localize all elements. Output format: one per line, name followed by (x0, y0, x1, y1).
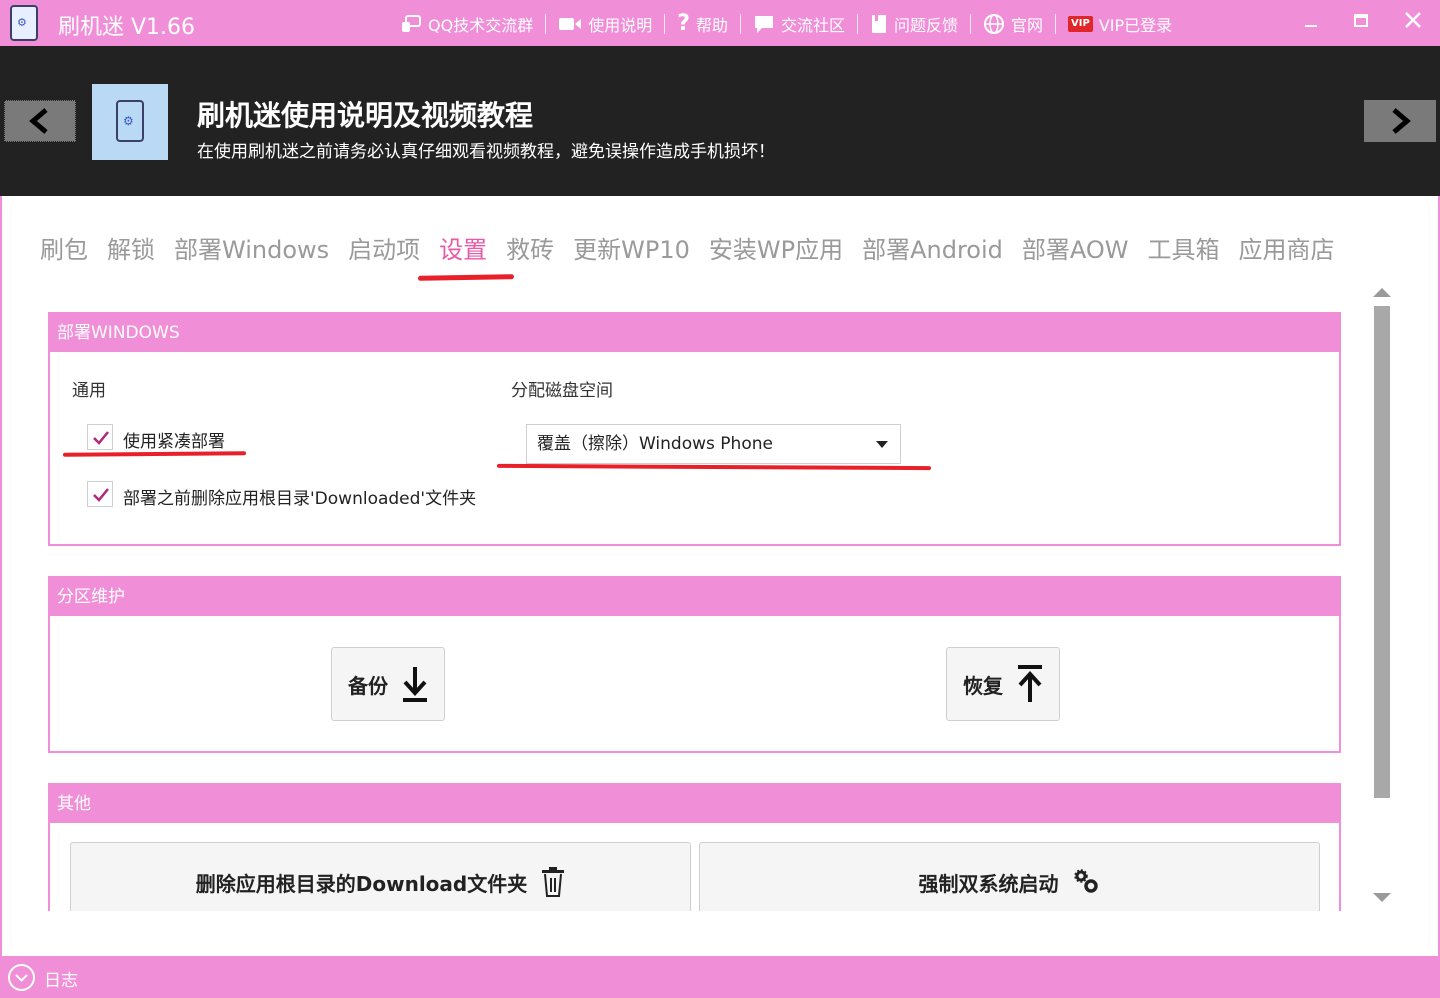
banner-subtitle: 在使用刷机迷之前请务必认真仔细观看视频教程，避免误操作造成手机损坏！ (197, 142, 775, 162)
maximize-icon (1354, 14, 1368, 27)
compact-deploy-label[interactable]: 使用紧凑部署 (123, 427, 225, 452)
toplink-label: 使用说明 (588, 15, 653, 35)
toplink-help[interactable]: ? 帮助 (665, 11, 740, 36)
section-header: 其他 (50, 785, 1339, 823)
toplink-label: VIP已登录 (1098, 15, 1173, 35)
trash-icon (542, 867, 565, 897)
tab-install-wp-apps[interactable]: 安装WP应用 (709, 230, 843, 265)
title-bar: ⚙ 刷机迷 V1.66 QQ技术交流群 使用说明 ? 帮助 交流社区 问题反馈 (0, 0, 1440, 46)
tab-deploy-aow[interactable]: 部署AOW (1022, 230, 1129, 265)
tab-update-wp10[interactable]: 更新WP10 (573, 230, 690, 265)
checkmark-icon (93, 488, 109, 502)
vip-badge-icon: VIP (1068, 15, 1093, 32)
chat-bubble-icon (755, 15, 773, 33)
restore-button[interactable]: 恢复 (946, 647, 1060, 721)
tab-app-store[interactable]: 应用商店 (1239, 230, 1335, 265)
checkmark-icon (93, 431, 109, 445)
close-button[interactable] (1398, 8, 1428, 38)
compact-deploy-checkbox[interactable] (87, 424, 113, 450)
close-icon (1405, 12, 1421, 28)
log-bar[interactable]: 日志 (0, 956, 1440, 998)
delete-download-folder-button[interactable]: 删除应用根目录的Download文件夹 (70, 842, 691, 911)
deploy-windows-section: 部署WINDOWS 通用 使用紧凑部署 部署之前删除应用根目录'Download… (48, 312, 1341, 546)
maximize-button[interactable] (1346, 8, 1376, 38)
section-header: 部署WINDOWS (50, 314, 1339, 352)
top-links: QQ技术交流群 使用说明 ? 帮助 交流社区 问题反馈 官网 VIP VIP已登… (388, 11, 1184, 36)
banner-next-button[interactable] (1364, 100, 1436, 142)
disk-space-value: 覆盖（擦除）Windows Phone (537, 434, 773, 454)
scrollbar-thumb[interactable] (1374, 306, 1390, 798)
scroll-down-icon[interactable] (1373, 893, 1391, 902)
tab-deploy-windows[interactable]: 部署Windows (174, 230, 329, 265)
force-dual-boot-label: 强制双系统启动 (918, 871, 1059, 896)
banner-title[interactable]: 刷机迷使用说明及视频教程 (197, 94, 533, 134)
banner-app-icon: ⚙ (92, 84, 168, 160)
frame-border (0, 196, 2, 956)
force-dual-boot-button[interactable]: 强制双系统启动 (699, 842, 1320, 911)
partition-section: 分区维护 备份 恢复 (48, 576, 1341, 753)
video-camera-icon (559, 17, 582, 30)
toplink-feedback[interactable]: 问题反馈 (858, 12, 970, 36)
tab-toolbox[interactable]: 工具箱 (1148, 230, 1220, 265)
backup-label: 备份 (348, 673, 388, 698)
tab-deploy-android[interactable]: 部署Android (862, 230, 1003, 265)
upload-arrow-icon (1018, 665, 1042, 702)
restore-label: 恢复 (963, 673, 1003, 698)
toplink-qq-group[interactable]: QQ技术交流群 (388, 12, 545, 36)
general-label: 通用 (72, 381, 106, 401)
log-label: 日志 (44, 971, 78, 991)
annotation-underline (417, 274, 515, 281)
app-logo-icon: ⚙ (10, 5, 38, 41)
phone-gear-icon: ⚙ (123, 114, 134, 128)
gears-icon (1073, 869, 1098, 893)
toplink-label: 问题反馈 (894, 15, 959, 35)
chevron-left-icon (29, 108, 48, 134)
delete-downloaded-checkbox[interactable] (87, 481, 113, 507)
main-tabs: 刷包 解锁 部署Windows 启动项 设置 救砖 更新WP10 安装WP应用 … (40, 230, 1354, 265)
chevron-right-icon (1392, 108, 1411, 134)
delete-download-folder-label: 删除应用根目录的Download文件夹 (195, 871, 528, 896)
banner-prev-button[interactable] (4, 100, 76, 142)
other-section: 其他 删除应用根目录的Download文件夹 强制双系统启动 (48, 783, 1341, 911)
toplink-instructions[interactable]: 使用说明 (546, 12, 664, 36)
tab-flash-package[interactable]: 刷包 (40, 230, 88, 265)
toplink-community[interactable]: 交流社区 (741, 12, 857, 36)
scroll-up-icon[interactable] (1373, 288, 1391, 297)
toplink-website[interactable]: 官网 (971, 12, 1055, 36)
toplink-label: 帮助 (695, 15, 728, 35)
app-title: 刷机迷 V1.66 (58, 15, 196, 40)
disk-space-label: 分配磁盘空间 (511, 381, 613, 401)
minimize-icon (1305, 25, 1317, 27)
qq-group-icon (402, 14, 421, 32)
chevron-down-circle-icon[interactable] (8, 964, 35, 991)
toplink-label: QQ技术交流群 (428, 15, 534, 35)
minimize-button[interactable] (1296, 8, 1326, 38)
tab-boot-items[interactable]: 启动项 (348, 230, 420, 265)
tab-unlock[interactable]: 解锁 (107, 230, 155, 265)
download-arrow-icon (403, 667, 427, 702)
section-header: 分区维护 (50, 578, 1339, 616)
tab-unbrick[interactable]: 救砖 (506, 230, 554, 265)
toplink-label: 交流社区 (781, 15, 846, 35)
disk-space-select[interactable]: 覆盖（擦除）Windows Phone (526, 424, 901, 464)
backup-button[interactable]: 备份 (331, 647, 445, 721)
dropdown-arrow-icon (876, 441, 888, 448)
tab-settings[interactable]: 设置 (439, 230, 487, 265)
delete-downloaded-label[interactable]: 部署之前删除应用根目录'Downloaded'文件夹 (123, 484, 476, 509)
toplink-vip[interactable]: VIP VIP已登录 (1056, 12, 1184, 36)
feedback-icon (872, 12, 887, 33)
toplink-label: 官网 (1011, 15, 1044, 35)
question-icon: ? (677, 11, 690, 36)
globe-icon (984, 13, 1005, 34)
